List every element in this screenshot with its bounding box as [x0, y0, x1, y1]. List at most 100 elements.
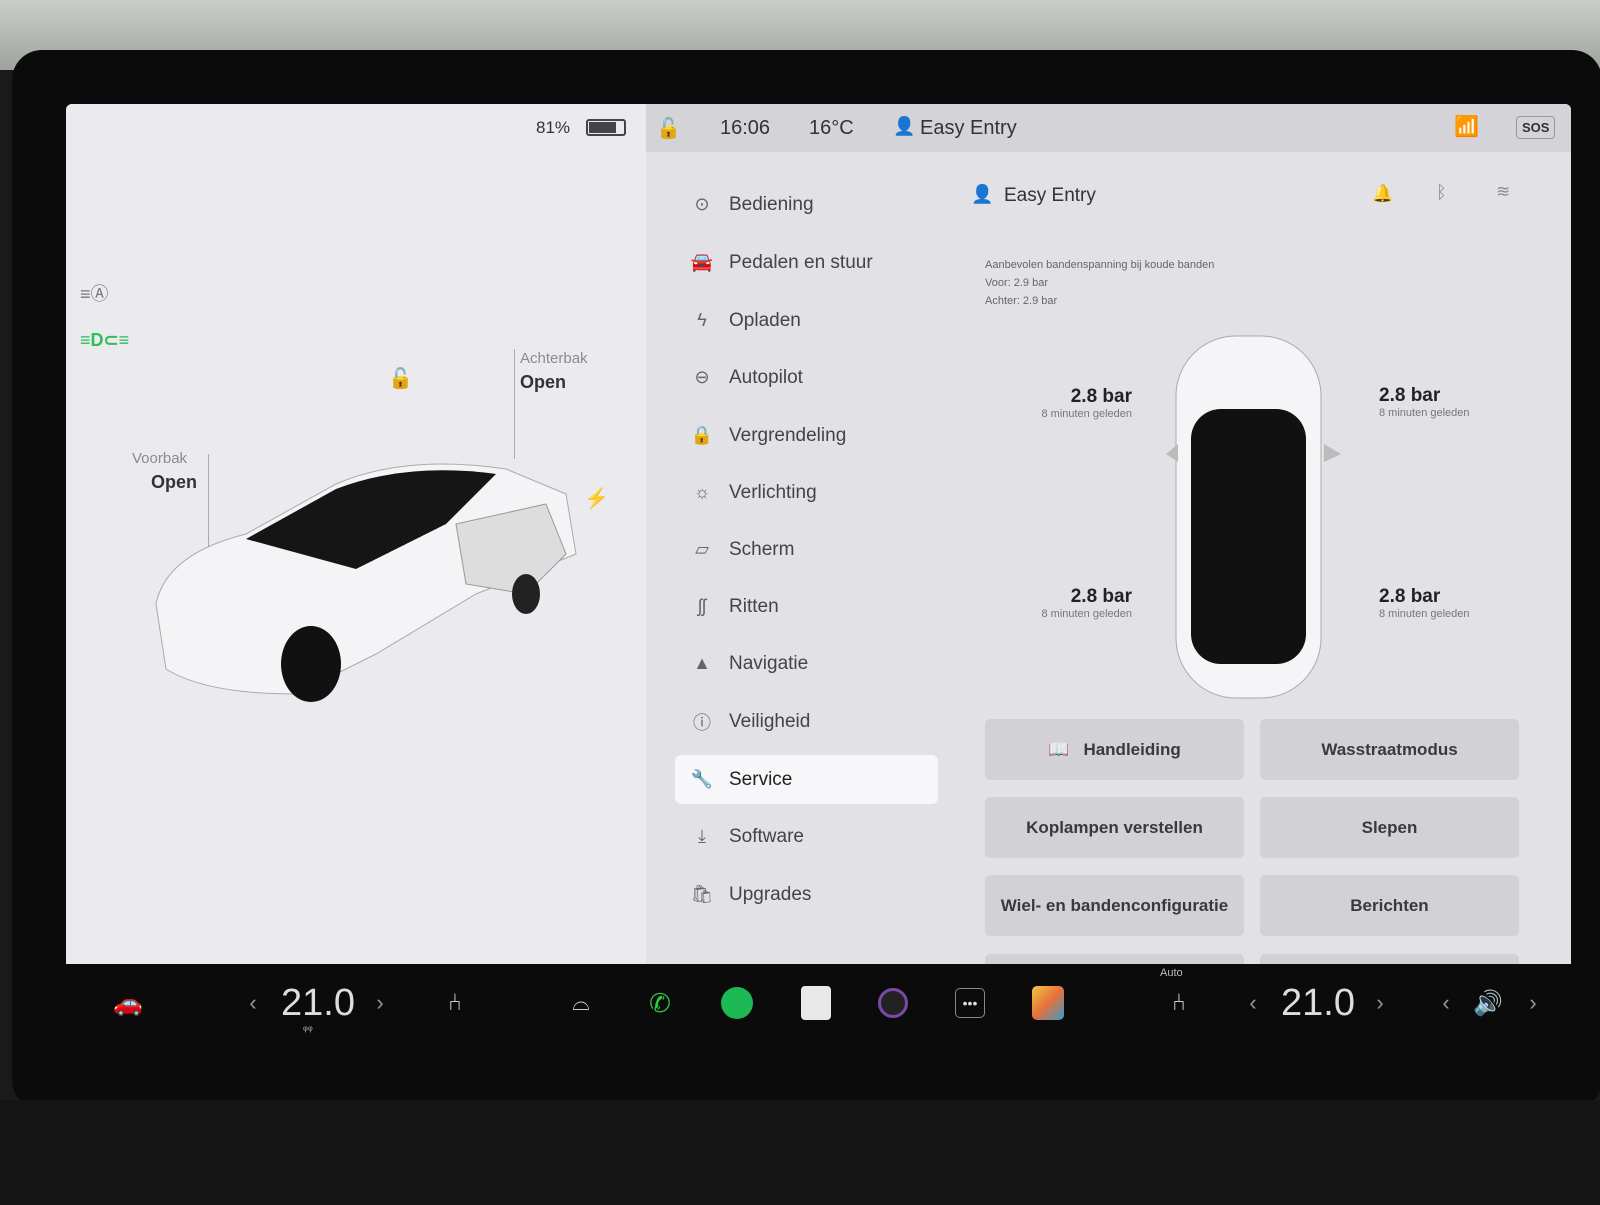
service-profile-name[interactable]: Easy Entry	[1004, 185, 1096, 207]
book-icon: 📖	[1048, 739, 1070, 759]
menu-item-verlichting[interactable]: ☼ Verlichting	[675, 468, 938, 517]
trips-icon: ʃʃ	[698, 596, 706, 616]
driver-seat-heater-icon[interactable]: ⑃	[440, 980, 470, 1026]
menu-item-veiligheid[interactable]: ⓘ Veiligheid	[675, 697, 938, 746]
spotify-icon[interactable]	[720, 980, 754, 1026]
volume-icon[interactable]: 🔊	[1468, 980, 1508, 1026]
more-button-partial[interactable]	[985, 954, 1244, 964]
tire-updated: 8 minuten geleden	[1041, 608, 1132, 620]
tire-pressure: 2.8 bar	[1379, 385, 1441, 406]
passenger-temperature[interactable]: 21.0	[1278, 980, 1358, 1026]
seat-auto-label: Auto	[1160, 967, 1183, 979]
passenger-temp-up[interactable]: ›	[1372, 980, 1388, 1026]
auto-headlights-icon[interactable]: ≡Ⓐ	[80, 280, 109, 306]
alert-icon: ⓘ	[693, 712, 711, 733]
button-label: Handleiding	[1083, 739, 1181, 759]
defrost-icon[interactable]: ᵩᵩ	[303, 1020, 313, 1034]
bolt-icon: ϟ	[697, 310, 707, 330]
menu-item-navigatie[interactable]: ▲ Navigatie	[675, 639, 938, 688]
trunk-leader-line	[514, 349, 515, 459]
battery-icon	[586, 119, 626, 136]
driver-temp-up[interactable]: ›	[372, 980, 388, 1026]
menu-label: Opladen	[729, 309, 801, 331]
menu-label: Verlichting	[729, 481, 817, 503]
tire-recommendation: Aanbevolen bandenspanning bij koude band…	[985, 259, 1215, 271]
menu-item-pedalen[interactable]: 🚘 Pedalen en stuur	[675, 238, 938, 287]
phone-icon[interactable]: ✆	[643, 980, 677, 1026]
more-apps-icon[interactable]: •••	[953, 980, 987, 1026]
bell-icon[interactable]: 🔔	[1372, 184, 1393, 204]
sun-icon: ☼	[693, 482, 711, 502]
adjust-headlights-button[interactable]: Koplampen verstellen	[985, 797, 1244, 858]
menu-label: Bediening	[729, 193, 814, 215]
menu-label: Software	[729, 825, 804, 847]
wifi-icon[interactable]: 📶	[1454, 114, 1479, 139]
tire-front-left: 2.8 bar 8 minuten geleden	[1012, 386, 1132, 420]
menu-item-scherm[interactable]: ▱ Scherm	[675, 525, 938, 574]
menu-label: Upgrades	[729, 883, 812, 905]
menu-label: Pedalen en stuur	[729, 251, 873, 273]
bluetooth-icon[interactable]: ᛒ	[1436, 182, 1447, 203]
trunk-state[interactable]: Open	[520, 372, 566, 393]
menu-item-opladen[interactable]: ϟ Opladen	[675, 296, 938, 345]
car-3d-image[interactable]	[146, 444, 606, 714]
wifi-icon[interactable]: ≋	[1496, 182, 1510, 202]
menu-item-ritten[interactable]: ʃʃ Ritten	[675, 582, 938, 631]
unlock-icon[interactable]: 🔓	[656, 116, 681, 141]
passenger-seat-heater-icon[interactable]: ⑃	[1164, 980, 1194, 1026]
camera-icon[interactable]	[876, 980, 910, 1026]
car-wash-mode-button[interactable]: Wasstraatmodus	[1260, 719, 1519, 780]
wheel-tire-config-button[interactable]: Wiel- en bandenconfiguratie	[985, 875, 1244, 936]
status-bar	[646, 104, 1571, 152]
car-top-view	[1166, 335, 1341, 699]
clock: 16:06	[720, 117, 771, 139]
menu-item-bediening[interactable]: ⊙ Bediening	[675, 180, 938, 229]
touchscreen: 81% 🔓 16:06 16°C 👤 Easy Entry 📶 SOS ≡Ⓐ ≡…	[66, 104, 1571, 964]
menu-label: Navigatie	[729, 652, 809, 674]
bag-icon: 🛍	[690, 884, 714, 904]
menu-item-upgrades[interactable]: 🛍 Upgrades	[675, 870, 938, 919]
notes-icon[interactable]	[799, 980, 833, 1026]
person-icon: 👤	[893, 116, 916, 136]
driver-temperature[interactable]: 21.0	[278, 980, 358, 1026]
tire-updated: 8 minuten geleden	[1379, 608, 1470, 620]
menu-item-vergrendeling[interactable]: 🔒 Vergrendeling	[675, 411, 938, 460]
profile-name[interactable]: Easy Entry	[920, 117, 1017, 140]
wiper-icon[interactable]: ⌓	[566, 980, 596, 1026]
passenger-temp-down[interactable]: ‹	[1245, 980, 1261, 1026]
download-icon: ⤓	[698, 826, 706, 846]
tire-pressure: 2.8 bar	[1379, 586, 1441, 607]
volume-up[interactable]: ›	[1525, 980, 1541, 1026]
driver-temp-down[interactable]: ‹	[245, 980, 261, 1026]
trunk-label: Achterbak	[520, 350, 588, 367]
menu-label: Veiligheid	[729, 710, 811, 732]
menu-item-service[interactable]: 🔧 Service	[675, 755, 938, 804]
manual-button[interactable]: 📖 Handleiding	[985, 719, 1244, 780]
parking-lights-icon[interactable]: ≡D⊂≡	[80, 330, 129, 351]
tire-front-right: 2.8 bar 8 minuten geleden	[1379, 385, 1499, 419]
car-icon[interactable]: 🚗	[108, 980, 148, 1026]
tire-pressure: 2.8 bar	[1070, 586, 1132, 607]
menu-item-autopilot[interactable]: ⊖ Autopilot	[675, 353, 938, 402]
menu-item-software[interactable]: ⤓ Software	[675, 812, 938, 861]
more-button-partial[interactable]	[1260, 954, 1519, 964]
menu-label: Service	[729, 768, 793, 790]
tire-pressure: 2.8 bar	[1070, 386, 1132, 407]
car-lock-icon[interactable]: 🔓	[388, 366, 413, 391]
menu-label: Scherm	[729, 538, 795, 560]
menu-label: Ritten	[729, 595, 779, 617]
front-recommended: Voor: 2.9 bar	[985, 277, 1048, 289]
menu-label: Autopilot	[729, 366, 803, 388]
tow-mode-button[interactable]: Slepen	[1260, 797, 1519, 858]
outside-temperature: 16°C	[809, 117, 854, 139]
sos-button[interactable]: SOS	[1516, 116, 1556, 139]
toggle-icon: ⊙	[694, 194, 710, 214]
arcade-icon[interactable]	[1031, 980, 1065, 1026]
tire-updated: 8 minuten geleden	[1041, 408, 1132, 420]
person-icon: 👤	[971, 184, 994, 204]
messages-button[interactable]: Berichten	[1260, 875, 1519, 936]
volume-down[interactable]: ‹	[1438, 980, 1454, 1026]
tire-updated: 8 minuten geleden	[1379, 407, 1470, 419]
display-icon: ▱	[695, 539, 709, 559]
lock-icon: 🔒	[690, 425, 714, 445]
